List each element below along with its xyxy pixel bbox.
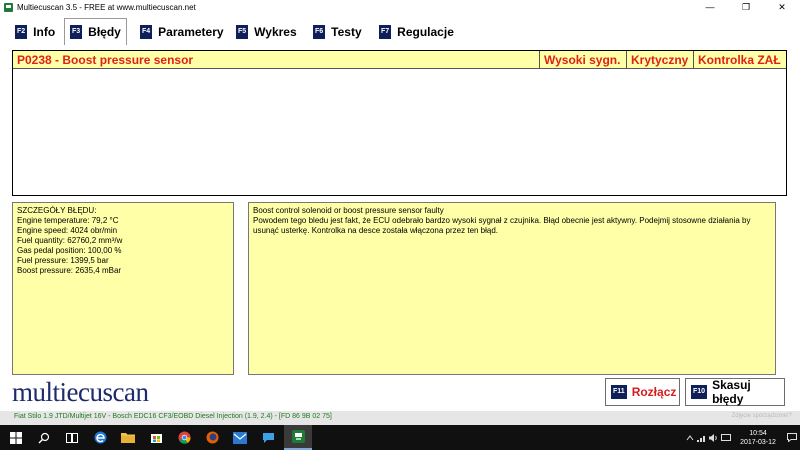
clear-errors-button[interactable]: F10 Skasuj błędy xyxy=(685,378,785,406)
taskbar: 10:54 2017-03-12 xyxy=(0,425,800,450)
edge-browser-icon[interactable] xyxy=(86,425,114,450)
window-title: Multiecuscan 3.5 - FREE at www.multiecus… xyxy=(17,2,196,12)
system-tray: 10:54 2017-03-12 xyxy=(684,425,800,450)
network-icon[interactable] xyxy=(696,425,708,450)
status-right-text: Zdjęcie sporządzone!? xyxy=(731,413,792,419)
column-warning-lamp: Kontrolka ZAŁ xyxy=(698,53,781,67)
details-heading: SZCZEGÓŁY BŁĘDU: xyxy=(17,206,97,215)
notifications-icon[interactable] xyxy=(784,425,800,450)
fkey-badge: F6 xyxy=(313,24,326,39)
fkey-badge: F4 xyxy=(140,24,153,39)
fkey-badge: F10 xyxy=(691,385,708,399)
tab-errors[interactable]: F3 Błędy xyxy=(64,18,127,45)
app-icon xyxy=(4,2,13,12)
tab-parameters[interactable]: F4 Parametery xyxy=(135,19,229,44)
tab-bar: F2 Info F3 Błędy F4 Parametery F5 Wykres… xyxy=(0,15,800,45)
fkey-badge: F5 xyxy=(236,24,249,39)
multiecuscan-task-icon[interactable] xyxy=(284,425,312,450)
tab-info[interactable]: F2 Info xyxy=(10,19,61,44)
column-high-signal: Wysoki sygn. xyxy=(540,51,627,69)
disconnect-button[interactable]: F11 Rozłącz xyxy=(605,378,680,406)
keyboard-icon[interactable] xyxy=(720,425,732,450)
vehicle-info: Fiat Stilo 1.9 JTD/Multijet 16V - Bosch … xyxy=(14,413,332,420)
column-critical: Krytyczny xyxy=(627,51,694,69)
show-hidden-icon[interactable] xyxy=(684,425,696,450)
firefox-icon[interactable] xyxy=(198,425,226,450)
description-text: Powodem tego bledu jest fakt, że ECU ode… xyxy=(253,216,751,235)
tab-label: Wykres xyxy=(254,24,297,39)
tab-label: Błędy xyxy=(88,25,121,39)
disconnect-label: Rozłącz xyxy=(631,385,677,399)
detail-line: Boost pressure: 2635,4 mBar xyxy=(17,266,122,275)
clear-errors-label: Skasuj błędy xyxy=(712,378,751,406)
window-controls: — ❐ ✕ xyxy=(692,0,800,14)
tab-label: Testy xyxy=(331,24,362,39)
tab-label: Regulacje xyxy=(397,24,454,39)
detail-line: Fuel pressure: 1399,5 bar xyxy=(17,256,109,265)
detail-line: Gas pedal position: 100,00 % xyxy=(17,246,122,255)
store-icon[interactable] xyxy=(142,425,170,450)
fkey-badge: F7 xyxy=(379,24,392,39)
fkey-badge: F11 xyxy=(611,385,627,399)
tab-label: Parametery xyxy=(158,24,224,39)
fault-description-panel: Boost control solenoid or boost pressure… xyxy=(248,202,776,375)
file-explorer-icon[interactable] xyxy=(114,425,142,450)
tab-adjustments[interactable]: F7 Regulacje xyxy=(374,19,459,44)
search-icon[interactable] xyxy=(30,425,58,450)
detail-line: Engine temperature: 79,2 °C xyxy=(17,216,119,225)
logo: multiecuscan xyxy=(12,377,149,407)
volume-icon[interactable] xyxy=(708,425,720,450)
detail-line: Fuel quantity: 62760,2 mm³/w xyxy=(17,236,123,245)
status-bar: Fiat Stilo 1.9 JTD/Multijet 16V - Bosch … xyxy=(0,411,800,425)
taskbar-clock[interactable]: 10:54 2017-03-12 xyxy=(732,429,784,447)
fault-list: P0238 - Boost pressure sensor Wysoki syg… xyxy=(12,50,787,196)
fault-row[interactable]: P0238 - Boost pressure sensor Wysoki syg… xyxy=(13,51,786,69)
clock-date: 2017-03-12 xyxy=(740,438,776,446)
detail-line: Engine speed: 4024 obr/min xyxy=(17,226,118,235)
task-view-icon[interactable] xyxy=(58,425,86,450)
close-button[interactable]: ✕ xyxy=(764,0,800,14)
windows-start-icon[interactable] xyxy=(2,425,30,450)
maximize-button[interactable]: ❐ xyxy=(728,0,764,14)
minimize-button[interactable]: — xyxy=(692,0,728,14)
clock-time: 10:54 xyxy=(749,429,767,437)
fault-details-panel: SZCZEGÓŁY BŁĘDU: Engine temperature: 79,… xyxy=(12,202,234,375)
fkey-badge: F3 xyxy=(70,25,83,39)
chat-icon[interactable] xyxy=(254,425,282,450)
outlook-icon[interactable] xyxy=(226,425,254,450)
tab-tests[interactable]: F6 Testy xyxy=(308,19,367,44)
description-title: Boost control solenoid or boost pressure… xyxy=(253,206,444,215)
title-bar: Multiecuscan 3.5 - FREE at www.multiecus… xyxy=(0,0,800,14)
tab-label: Info xyxy=(33,24,56,39)
tab-chart[interactable]: F5 Wykres xyxy=(231,19,302,44)
chrome-icon[interactable] xyxy=(170,425,198,450)
fault-code: P0238 - Boost pressure sensor xyxy=(13,51,540,69)
fkey-badge: F2 xyxy=(15,24,28,39)
